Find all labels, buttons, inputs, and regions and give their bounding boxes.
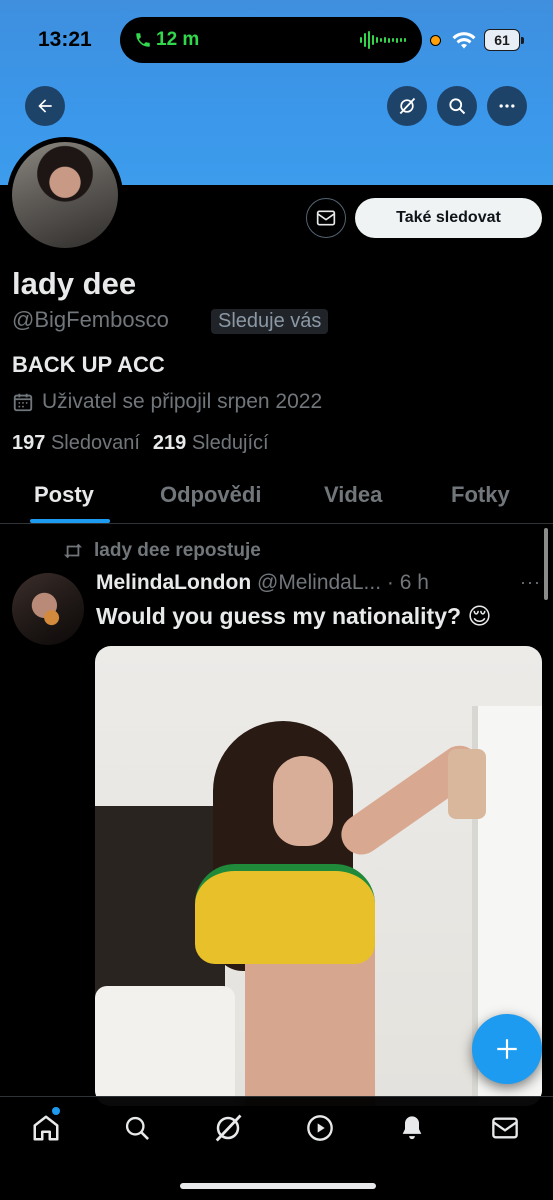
post-text: Would you guess my nationality? 😌 (96, 603, 492, 629)
tab-photos[interactable]: Fotky (451, 482, 510, 508)
followers-label: Sledující (191, 432, 269, 454)
call-indicator: 12 m (134, 29, 199, 51)
profile-bio: BACK UP ACC (12, 352, 165, 377)
status-time: 13:21 (38, 28, 92, 51)
more-button[interactable] (487, 86, 527, 126)
repost-label: lady dee repostuje (94, 540, 261, 561)
post-header: MelindaLondon @MelindaL... · 6 h (96, 571, 429, 595)
avatar-image (12, 142, 118, 248)
mic-in-use-indicator (430, 35, 441, 46)
repost-icon (64, 543, 82, 559)
profile-name: lady dee (12, 266, 137, 301)
following-link[interactable]: 197 Sledovaní (12, 432, 140, 455)
following-count: 197 (12, 432, 46, 454)
home-icon (33, 1115, 59, 1141)
followers-link[interactable]: 219 Sledující (153, 432, 269, 455)
nav-notifications[interactable] (392, 1111, 432, 1145)
arrow-left-icon (38, 99, 52, 113)
phone-icon (136, 33, 150, 47)
post-time: · 6 h (386, 571, 429, 594)
nav-messages[interactable] (485, 1111, 525, 1145)
nav-grok[interactable] (208, 1111, 248, 1145)
call-duration: 12 m (156, 29, 200, 50)
compose-post-button[interactable] (472, 1014, 542, 1084)
video-icon (307, 1115, 333, 1141)
nav-home[interactable] (26, 1111, 66, 1145)
grok-button[interactable] (387, 86, 427, 126)
joined-date: Uživatel se připojil srpen 2022 (12, 390, 322, 414)
home-notification-dot (52, 1107, 60, 1115)
follows-you-badge: Sleduje vás (211, 309, 329, 334)
grok-icon (215, 1114, 242, 1142)
grok-icon (399, 97, 416, 115)
search-icon (125, 1116, 149, 1140)
post-author-name[interactable]: MelindaLondon (96, 571, 251, 594)
audio-wave-icon (360, 31, 406, 49)
back-button[interactable] (25, 86, 65, 126)
active-tab-indicator (30, 519, 110, 523)
tab-posts[interactable]: Posty (34, 482, 94, 508)
followers-count: 219 (152, 432, 187, 454)
home-indicator[interactable] (180, 1183, 376, 1189)
profile-avatar[interactable] (7, 137, 123, 253)
calendar-icon (13, 393, 33, 412)
follow-back-button[interactable]: Také sledovat (355, 198, 542, 238)
post-author-avatar[interactable] (12, 573, 84, 645)
following-label: Sledovaní (50, 432, 140, 454)
mail-icon (316, 210, 336, 226)
profile-tabs: Posty Odpovědi Videa Fotky (0, 470, 553, 524)
search-icon (449, 98, 466, 115)
battery-indicator: 61 (484, 29, 524, 51)
post-more-button[interactable]: ··· (520, 572, 541, 593)
wifi-icon (452, 32, 476, 49)
repost-context[interactable]: lady dee repostuje (62, 540, 261, 562)
notifications-icon (402, 1116, 422, 1140)
message-button[interactable] (306, 198, 346, 238)
nav-video[interactable] (300, 1111, 340, 1145)
joined-text: Uživatel se připojil srpen 2022 (42, 390, 323, 413)
dynamic-island[interactable]: 12 m (120, 17, 422, 63)
nav-search[interactable] (117, 1111, 157, 1145)
tab-videos[interactable]: Videa (324, 482, 382, 508)
search-button[interactable] (437, 86, 477, 126)
bottom-navigation (0, 1096, 553, 1200)
plus-icon (497, 1039, 517, 1059)
more-icon (499, 104, 515, 108)
follow-stats: 197 Sledovaní 219 Sledující (12, 432, 269, 455)
tab-replies[interactable]: Odpovědi (160, 482, 261, 508)
profile-handle: @BigFembosco (12, 307, 169, 332)
post-author-handle[interactable]: @MelindaL... (257, 571, 381, 594)
messages-icon (492, 1117, 518, 1139)
scrollbar[interactable] (544, 528, 548, 600)
